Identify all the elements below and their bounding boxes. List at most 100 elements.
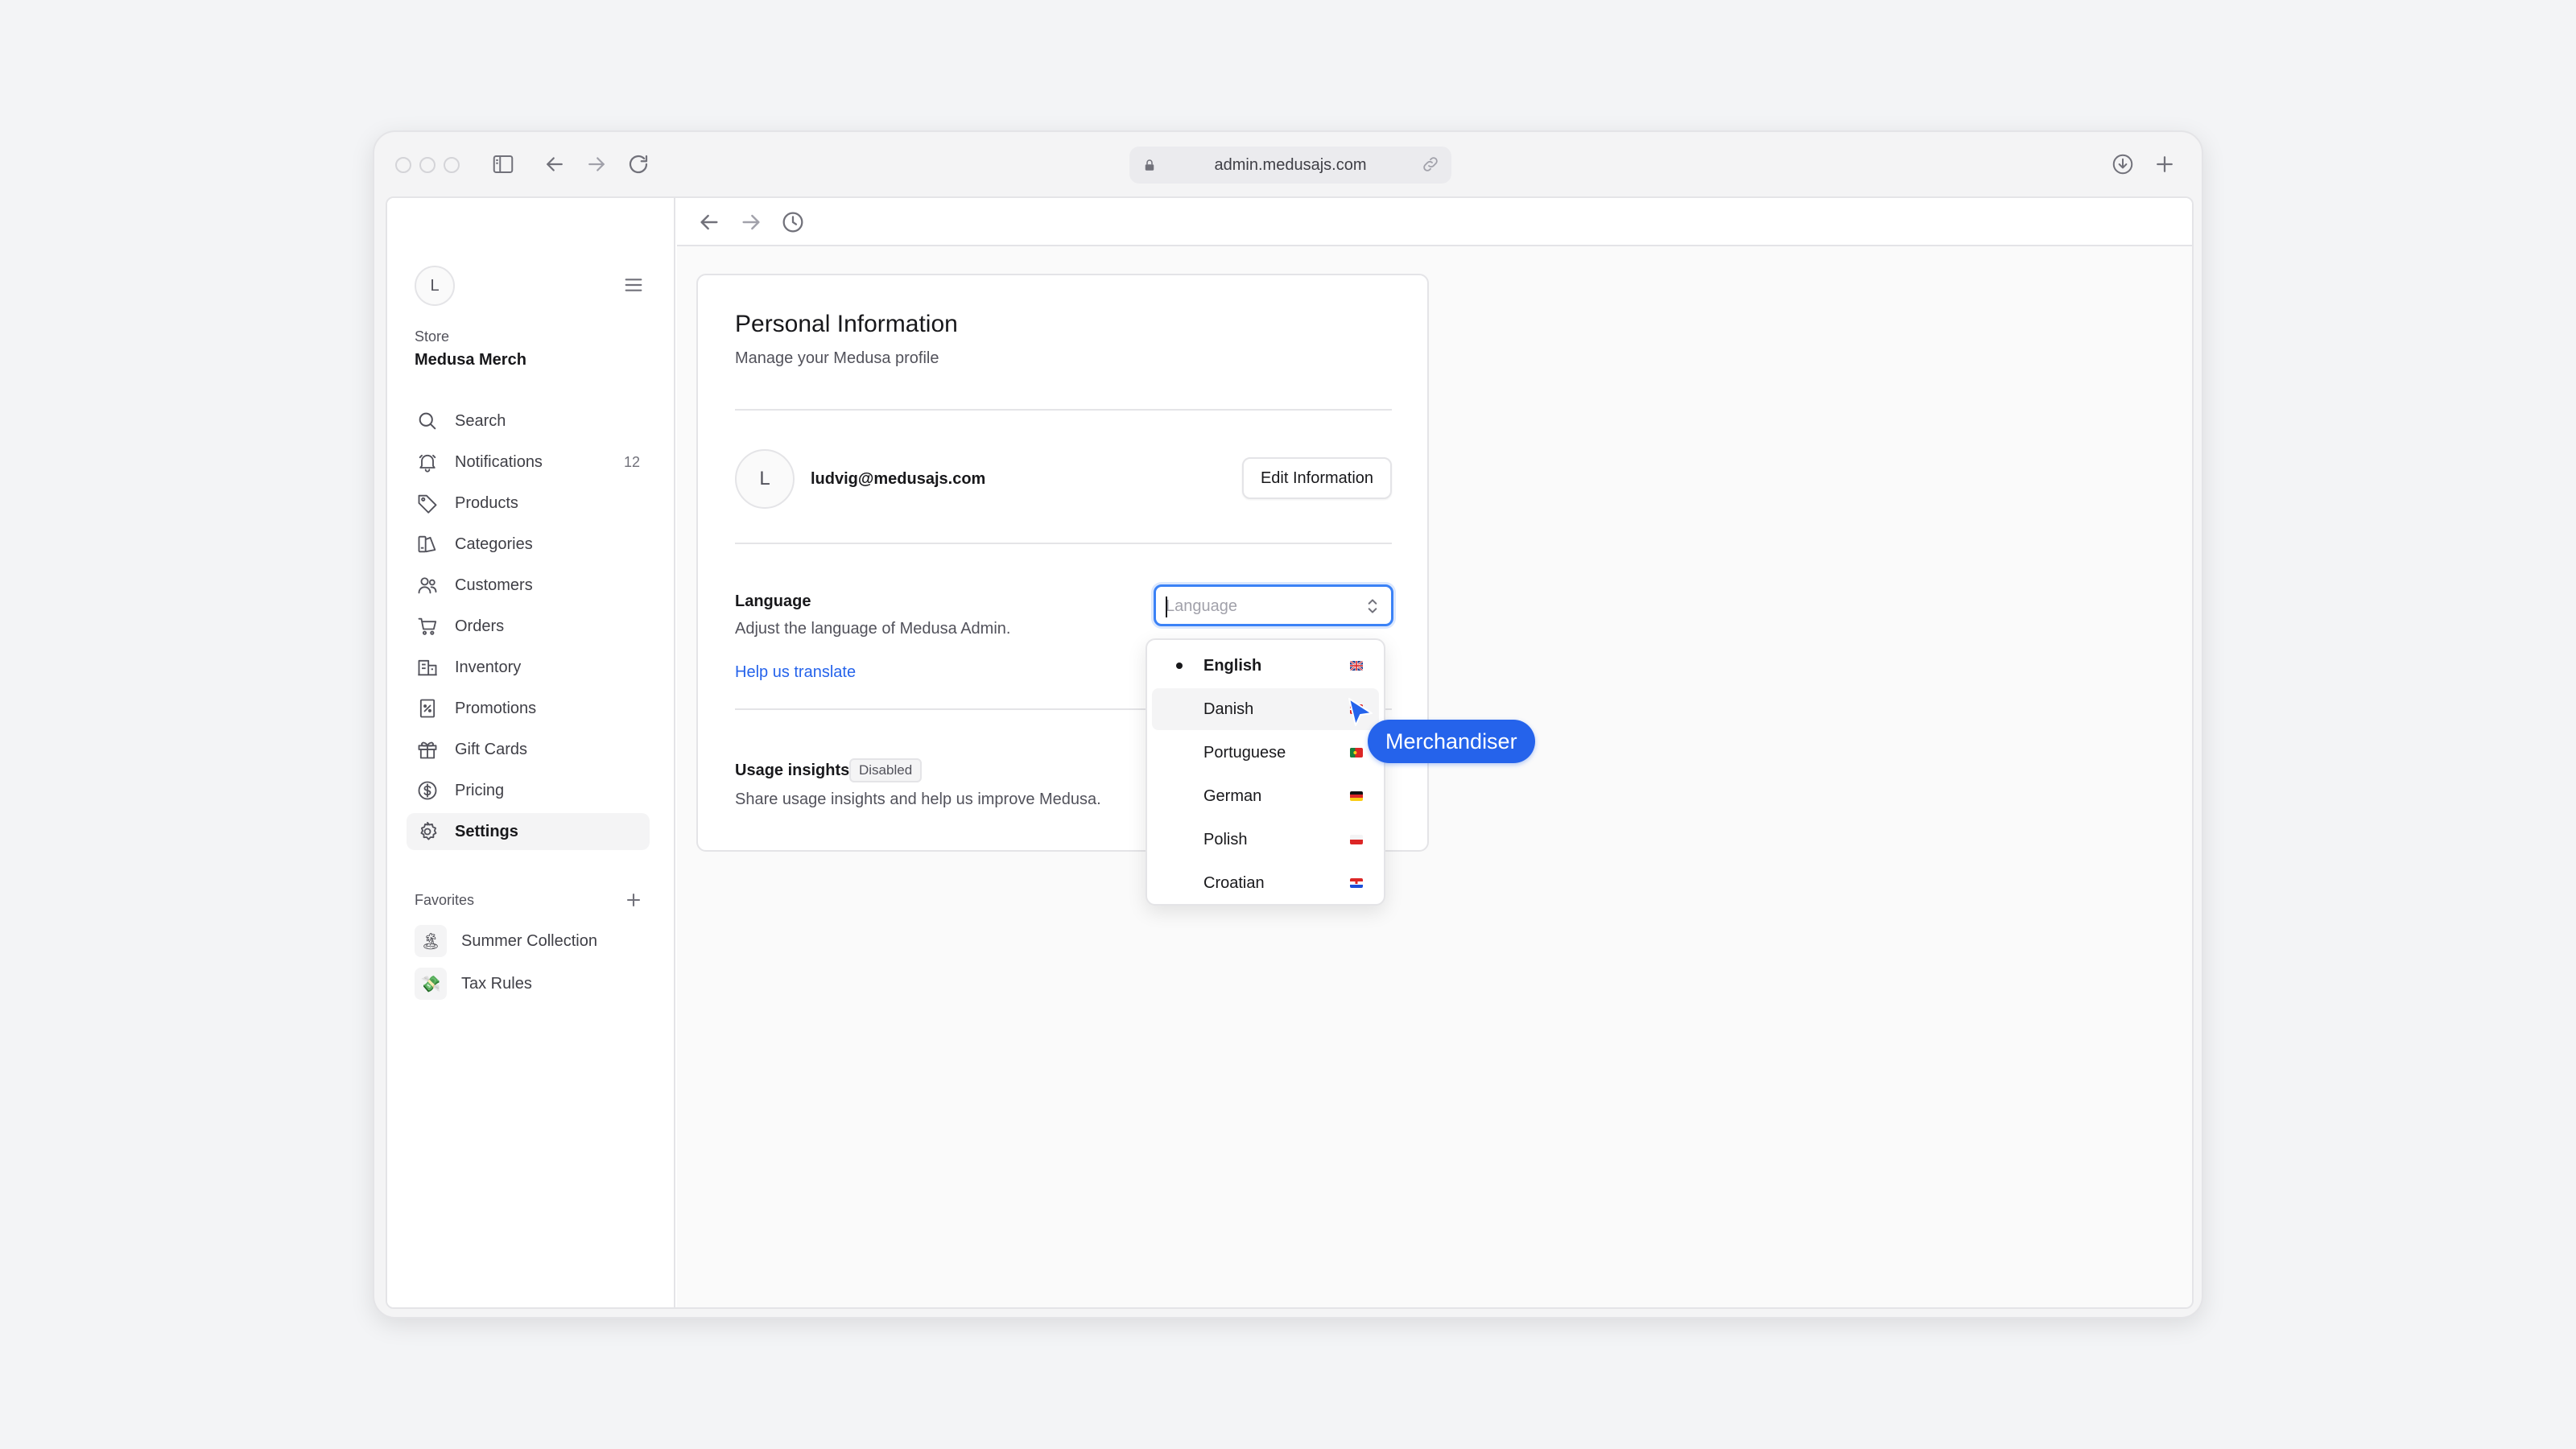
sidebar-toggle-icon[interactable] (489, 150, 518, 179)
reload-icon[interactable] (624, 150, 653, 179)
language-option-croatian[interactable]: Croatian (1152, 862, 1379, 904)
favorite-label: Summer Collection (461, 931, 597, 950)
portugal-flag-icon (1350, 748, 1363, 758)
selected-dot-icon (1176, 663, 1183, 669)
usage-insights-label: Usage insights (735, 762, 850, 779)
sidebar-item-gift-cards[interactable]: Gift Cards (407, 731, 650, 768)
browser-toolbar: admin.medusajs.com (374, 132, 2202, 196)
language-option-english[interactable]: English (1152, 645, 1379, 687)
sidebar-item-label: Customers (455, 576, 533, 594)
gift-icon (416, 738, 439, 761)
sidebar-item-settings[interactable]: Settings (407, 813, 650, 850)
usage-insights-description: Share usage insights and help us improve… (735, 791, 1101, 808)
sidebar-item-inventory[interactable]: Inventory (407, 649, 650, 686)
minimize-window-dot[interactable] (419, 157, 436, 173)
language-option-label: Portuguese (1203, 743, 1286, 762)
germany-flag-icon (1350, 791, 1363, 801)
island-icon: 🏝 (415, 925, 447, 957)
favorite-item-summer-collection[interactable]: 🏝 Summer Collection (415, 923, 650, 960)
language-option-label: Danish (1203, 700, 1254, 718)
poland-flag-icon (1350, 835, 1363, 844)
language-option-german[interactable]: German (1152, 775, 1379, 817)
sidebar-item-label: Promotions (455, 699, 537, 717)
favorite-label: Tax Rules (461, 974, 532, 993)
sidebar-item-orders[interactable]: Orders (407, 608, 650, 645)
bell-icon (416, 451, 439, 473)
language-description: Adjust the language of Medusa Admin. (735, 620, 1011, 638)
sidebar-nav: Search Notifications 12 Products Categor… (407, 402, 650, 854)
maximize-window-dot[interactable] (444, 157, 460, 173)
money-icon: 💸 (415, 968, 447, 1000)
address-bar[interactable]: admin.medusajs.com (1129, 147, 1451, 184)
language-label: Language (735, 592, 811, 610)
sidebar-item-label: Settings (455, 822, 518, 840)
cart-icon (416, 615, 439, 638)
sidebar-item-search[interactable]: Search (407, 402, 650, 440)
sidebar-item-products[interactable]: Products (407, 485, 650, 522)
notifications-count: 12 (623, 453, 640, 470)
add-favorite-icon[interactable] (622, 889, 645, 911)
sidebar-item-customers[interactable]: Customers (407, 567, 650, 604)
store-name: Medusa Merch (415, 351, 526, 369)
language-option-danish[interactable]: Danish (1152, 688, 1379, 730)
profile-email: ludvig@medusajs.com (811, 470, 986, 488)
sidebar: L Store Medusa Merch Search Notification… (387, 198, 675, 1307)
menu-icon[interactable] (621, 272, 646, 298)
new-tab-icon[interactable] (2150, 150, 2179, 179)
avatar: L (735, 449, 795, 509)
sidebar-item-categories[interactable]: Categories (407, 526, 650, 563)
sidebar-item-label: Gift Cards (455, 740, 528, 758)
divider (735, 543, 1392, 544)
sidebar-item-pricing[interactable]: Pricing (407, 772, 650, 809)
users-icon (416, 574, 439, 597)
gear-icon (416, 820, 439, 843)
back-arrow-icon[interactable] (540, 150, 569, 179)
uk-flag-icon (1350, 661, 1363, 671)
favorites-header: Favorites (415, 892, 475, 908)
collaborator-cursor-icon (1348, 698, 1373, 726)
page-title: Personal Information (735, 311, 958, 337)
language-dropdown: English Danish Portuguese German Polish … (1146, 638, 1385, 906)
croatia-flag-icon (1350, 878, 1363, 888)
store-avatar[interactable]: L (415, 266, 455, 306)
sidebar-item-label: Notifications (455, 452, 543, 471)
lock-icon (1145, 159, 1154, 171)
language-option-label: English (1203, 656, 1262, 675)
divider (735, 409, 1392, 411)
receipt-percent-icon (416, 697, 439, 720)
page-subtitle: Manage your Medusa profile (735, 349, 939, 367)
store-label: Store (415, 328, 450, 345)
favorite-item-tax-rules[interactable]: 💸 Tax Rules (415, 965, 650, 1002)
content-topbar (677, 198, 2192, 246)
sidebar-item-label: Pricing (455, 781, 505, 799)
language-option-portuguese[interactable]: Portuguese (1152, 732, 1379, 774)
sidebar-item-label: Products (455, 493, 518, 512)
currency-icon (416, 779, 439, 802)
sidebar-item-label: Orders (455, 617, 505, 635)
history-icon[interactable] (780, 209, 806, 235)
help-translate-link[interactable]: Help us translate (735, 663, 856, 682)
download-icon[interactable] (2108, 150, 2137, 179)
sidebar-item-promotions[interactable]: Promotions (407, 690, 650, 727)
language-option-label: German (1203, 786, 1262, 805)
sidebar-item-notifications[interactable]: Notifications 12 (407, 444, 650, 481)
close-window-dot[interactable] (395, 157, 411, 173)
edit-information-button[interactable]: Edit Information (1242, 457, 1392, 499)
language-option-polish[interactable]: Polish (1152, 819, 1379, 861)
status-badge: Disabled (849, 758, 923, 782)
sidebar-item-label: Inventory (455, 658, 522, 676)
forward-arrow-icon[interactable] (582, 150, 611, 179)
language-option-label: Croatian (1203, 873, 1265, 892)
sidebar-item-label: Search (455, 411, 506, 430)
link-icon[interactable] (1421, 155, 1440, 174)
text-caret (1166, 597, 1167, 617)
sidebar-item-label: Categories (455, 535, 533, 553)
building-icon (416, 656, 439, 679)
forward-arrow-icon[interactable] (738, 209, 764, 235)
language-select[interactable] (1154, 584, 1393, 626)
chevron-up-down-icon (1368, 599, 1377, 613)
categories-icon (416, 533, 439, 555)
back-arrow-icon[interactable] (696, 209, 722, 235)
language-search-input[interactable] (1166, 595, 1351, 617)
collaborator-cursor-label: Merchandiser (1368, 720, 1535, 763)
